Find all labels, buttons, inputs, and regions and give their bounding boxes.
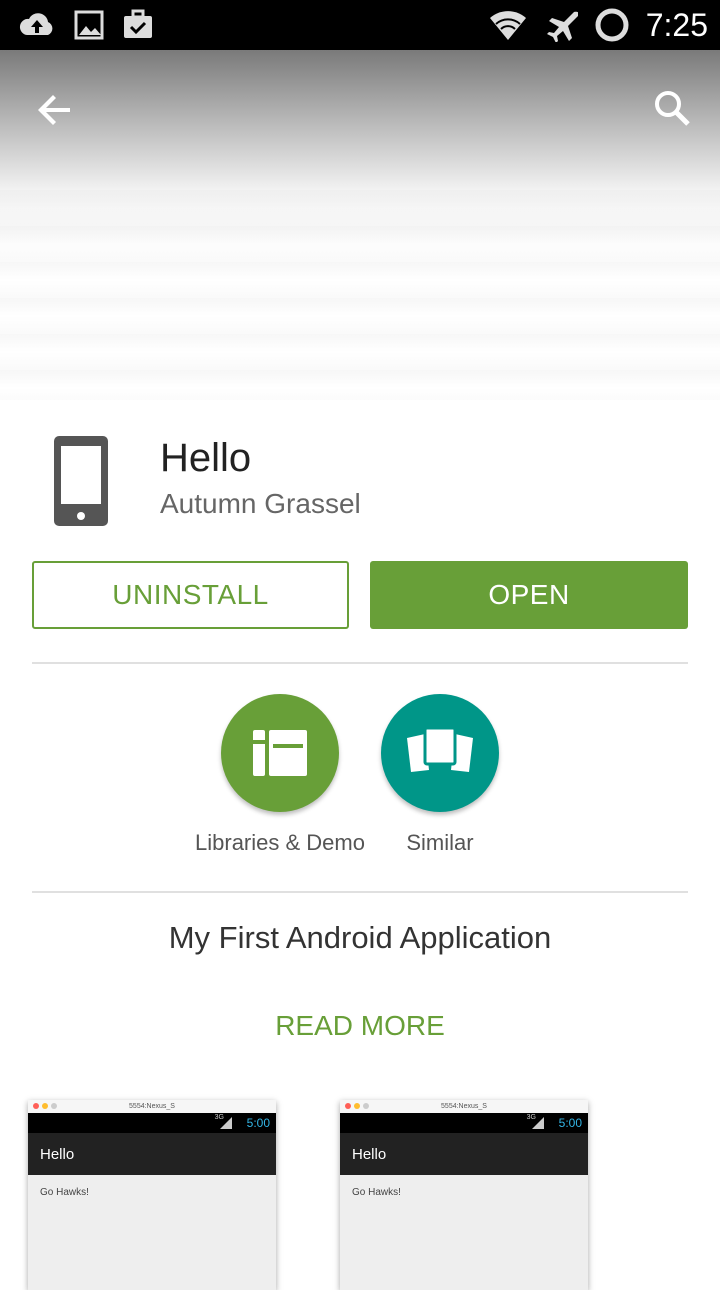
phone-icon [54, 436, 108, 526]
close-dot-icon [33, 1103, 39, 1109]
similar-label: Similar [406, 830, 474, 855]
app-description: My First Android Application [168, 920, 552, 955]
zoom-dot-icon [51, 1103, 57, 1109]
window-controls [345, 1103, 369, 1109]
cloud-upload-icon [19, 13, 53, 36]
arrow-back-icon[interactable] [36, 90, 76, 130]
signal-icon [532, 1117, 544, 1129]
image-icon [74, 10, 104, 40]
uninstall-button[interactable]: UNINSTALL [32, 561, 349, 629]
search-icon[interactable] [652, 88, 692, 128]
briefcase-check-icon [124, 9, 152, 38]
emulator-action-bar: Hello [28, 1133, 276, 1175]
banner-texture [0, 190, 720, 400]
close-dot-icon [345, 1103, 351, 1109]
screenshot-thumbnail[interactable]: 5554:Nexus_S 3G 5:00 Hello Go Hawks! [28, 1100, 276, 1290]
emulator-status-bar: 3G 5:00 [340, 1113, 588, 1133]
zoom-dot-icon [363, 1103, 369, 1109]
open-button[interactable]: OPEN [370, 561, 688, 629]
emulator-content: Go Hawks! [40, 1187, 89, 1198]
sync-ring-icon [595, 8, 629, 42]
feature-banner [0, 50, 720, 400]
signal-icon [220, 1117, 232, 1129]
cards-icon [407, 726, 473, 772]
emulator-clock: 5:00 [246, 1116, 270, 1130]
emulator-clock: 5:00 [558, 1116, 582, 1130]
divider [32, 662, 688, 664]
status-time: 7:25 [645, 7, 708, 43]
app-developer[interactable]: Autumn Grassel [160, 488, 361, 520]
screenshot-thumbnail[interactable]: 5554:Nexus_S 3G 5:00 Hello Go Hawks! [340, 1100, 588, 1290]
read-more-link[interactable]: READ MORE [0, 1010, 720, 1042]
airplane-icon [546, 11, 578, 42]
emulator-status-bar: 3G 5:00 [28, 1113, 276, 1133]
status-icons-left [18, 8, 154, 42]
minimize-dot-icon [354, 1103, 360, 1109]
emulator-titlebar: 5554:Nexus_S [28, 1100, 276, 1113]
similar-button[interactable] [381, 694, 499, 812]
status-bar: 7:25 [0, 0, 720, 50]
app-title: Hello [160, 436, 252, 480]
emulator-action-bar: Hello [340, 1133, 588, 1175]
libraries-demo-button[interactable] [221, 694, 339, 812]
emulator-title: 5554:Nexus_S [441, 1103, 487, 1110]
window-controls [33, 1103, 57, 1109]
libraries-icon [253, 730, 307, 776]
emulator-titlebar: 5554:Nexus_S [340, 1100, 588, 1113]
divider [32, 891, 688, 893]
emulator-title: 5554:Nexus_S [129, 1103, 175, 1110]
minimize-dot-icon [42, 1103, 48, 1109]
wifi-icon [489, 11, 526, 40]
emulator-content: Go Hawks! [352, 1187, 401, 1198]
status-icons-right: 7:25 [488, 6, 708, 44]
